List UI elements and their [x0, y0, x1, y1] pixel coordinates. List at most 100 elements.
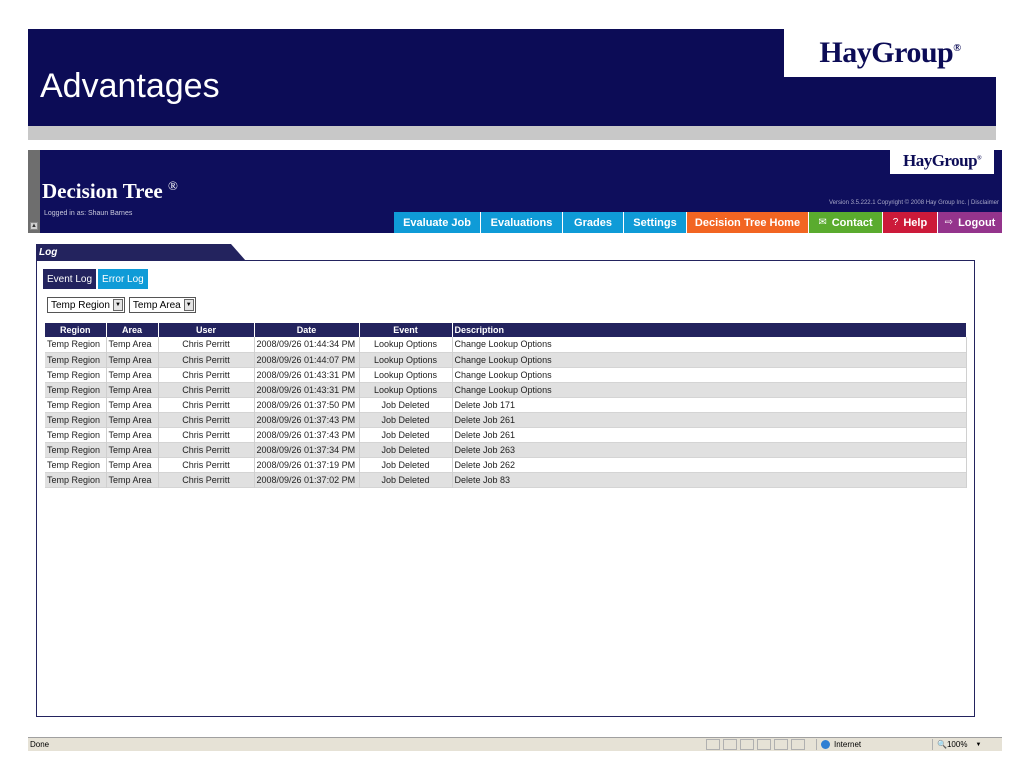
nav-label: Decision Tree Home — [694, 216, 801, 229]
table-cell: Delete Job 261 — [452, 412, 967, 427]
table-cell: Chris Perritt — [158, 397, 255, 412]
table-cell: Job Deleted — [359, 457, 453, 472]
table-cell: Temp Area — [106, 412, 159, 427]
column-header[interactable]: Area — [106, 323, 159, 337]
status-text: Done — [30, 740, 50, 749]
nav-label: Evaluations — [490, 216, 553, 229]
column-header[interactable]: Date — [254, 323, 360, 337]
table-cell: Temp Area — [106, 457, 159, 472]
table-cell: Job Deleted — [359, 412, 453, 427]
nav-label: Logout — [958, 216, 996, 229]
log-panel: Event Log Error Log Temp Region ▼ Temp Ar… — [36, 260, 975, 717]
table-cell: Chris Perritt — [158, 382, 255, 397]
column-header[interactable]: Description — [452, 323, 967, 337]
tab-error-log[interactable]: Error Log — [98, 269, 148, 289]
collapse-icon[interactable]: ▲ — [30, 222, 38, 230]
chevron-down-icon: ▼ — [975, 741, 982, 748]
table-cell: Temp Region — [45, 472, 107, 487]
table-header-row: Region Area User Date Event Description — [45, 323, 967, 337]
table-row[interactable]: Temp Region Temp Area Chris Perritt 2008/09… — [45, 427, 967, 442]
table-row[interactable]: Temp Region Temp Area Chris Perritt 2008/09… — [45, 397, 967, 412]
table-row[interactable]: Temp Region Temp Area Chris Perritt 2008/09… — [45, 382, 967, 397]
table-cell: Temp Region — [45, 352, 107, 367]
table-row[interactable]: Temp Region Temp Area Chris Perritt 2008/09… — [45, 367, 967, 382]
app-logo-mark: ® — [977, 155, 982, 162]
table-row[interactable]: Temp Region Temp Area Chris Perritt 2008/09… — [45, 412, 967, 427]
browser-statusbar: Done Internet 🔍 100% ▼ — [28, 737, 1002, 751]
log-table-body: Temp Region Temp Area Chris Perritt 2008/09… — [45, 337, 967, 487]
mail-icon: ✉ — [818, 217, 827, 228]
version-text: Version 3.5.222.1 Copyright © 2008 Hay G… — [828, 200, 999, 206]
table-row[interactable]: Temp Region Temp Area Chris Perritt 2008/09… — [45, 352, 967, 367]
table-cell: Lookup Options — [359, 367, 453, 382]
table-cell: 2008/09/26 01:37:19 PM — [254, 457, 360, 472]
table-cell: Chris Perritt — [158, 427, 255, 442]
table-cell: 2008/09/26 01:37:43 PM — [254, 427, 360, 442]
table-cell: Chris Perritt — [158, 367, 255, 382]
log-table: Region Area User Date Event Description … — [45, 323, 967, 488]
column-header[interactable]: Event — [359, 323, 453, 337]
table-row[interactable]: Temp Region Temp Area Chris Perritt 2008/09… — [45, 337, 967, 352]
table-cell: Job Deleted — [359, 397, 453, 412]
column-header[interactable]: User — [158, 323, 255, 337]
nav-logout[interactable]: ⇨ Logout — [938, 212, 1003, 233]
logo-text: HayGroup — [819, 36, 954, 69]
table-cell: Chris Perritt — [158, 352, 255, 367]
app-title: Decision Tree ® — [42, 178, 178, 204]
table-cell: Job Deleted — [359, 427, 453, 442]
nav-grades[interactable]: Grades — [563, 212, 624, 233]
table-cell: Temp Region — [45, 442, 107, 457]
table-cell: Chris Perritt — [158, 457, 255, 472]
nav-evaluate-job[interactable]: Evaluate Job — [394, 212, 481, 233]
table-cell: 2008/09/26 01:43:31 PM — [254, 367, 360, 382]
chevron-down-icon: ▼ — [112, 299, 123, 311]
app-logo-text: HayGroup — [902, 151, 978, 170]
table-cell: 2008/09/26 01:37:43 PM — [254, 412, 360, 427]
table-cell: Temp Region — [45, 427, 107, 442]
table-cell: Temp Area — [106, 367, 159, 382]
logged-in-text: Logged in as: Shaun Barnes — [44, 210, 133, 217]
table-cell: Temp Region — [45, 457, 107, 472]
nav-settings[interactable]: Settings — [624, 212, 687, 233]
table-cell: Chris Perritt — [158, 472, 255, 487]
table-cell: 2008/09/26 01:37:50 PM — [254, 397, 360, 412]
nav-evaluations[interactable]: Evaluations — [481, 212, 563, 233]
security-zone[interactable]: Internet — [816, 739, 928, 750]
table-cell: Temp Area — [106, 472, 159, 487]
table-row[interactable]: Temp Region Temp Area Chris Perritt 2008/09… — [45, 442, 967, 457]
table-cell: Delete Job 261 — [452, 427, 967, 442]
table-cell: Change Lookup Options — [452, 352, 967, 367]
slide-title: Advantages — [40, 67, 220, 105]
nav-help[interactable]: ? Help — [883, 212, 938, 233]
table-row[interactable]: Temp Region Temp Area Chris Perritt 2008/09… — [45, 457, 967, 472]
table-cell: Job Deleted — [359, 472, 453, 487]
area-select[interactable]: Temp Area ▼ — [128, 297, 196, 313]
region-select-value: Temp Region — [51, 299, 110, 311]
nav-contact[interactable]: ✉ Contact — [809, 212, 883, 233]
table-cell: Temp Area — [106, 337, 159, 352]
table-cell: Temp Region — [45, 337, 107, 352]
table-cell: Temp Area — [106, 442, 159, 457]
tab-event-log[interactable]: Event Log — [43, 269, 97, 289]
table-cell: Lookup Options — [359, 382, 453, 397]
table-cell: Temp Region — [45, 397, 107, 412]
table-cell: Temp Area — [106, 397, 159, 412]
chevron-down-icon: ▼ — [183, 299, 194, 311]
nav-decision-tree-home[interactable]: Decision Tree Home — [687, 212, 809, 233]
column-header[interactable]: Region — [45, 323, 107, 337]
table-cell: Chris Perritt — [158, 442, 255, 457]
zoom-control[interactable]: 🔍 100% ▼ — [932, 739, 990, 750]
status-cell — [723, 739, 737, 750]
nav-label: Help — [903, 216, 928, 229]
status-cells — [706, 739, 808, 750]
slide-header: Advantages HayGroup® — [28, 29, 996, 126]
haygroup-logo: HayGroup® — [819, 36, 961, 70]
table-cell: Chris Perritt — [158, 337, 255, 352]
table-cell: Temp Region — [45, 382, 107, 397]
table-cell: Delete Job 83 — [452, 472, 967, 487]
log-tab: Log — [36, 244, 246, 261]
table-row[interactable]: Temp Region Temp Area Chris Perritt 2008/09… — [45, 472, 967, 487]
question-icon: ? — [892, 217, 899, 228]
region-select[interactable]: Temp Region ▼ — [47, 297, 125, 313]
nav-label: Grades — [574, 216, 612, 229]
